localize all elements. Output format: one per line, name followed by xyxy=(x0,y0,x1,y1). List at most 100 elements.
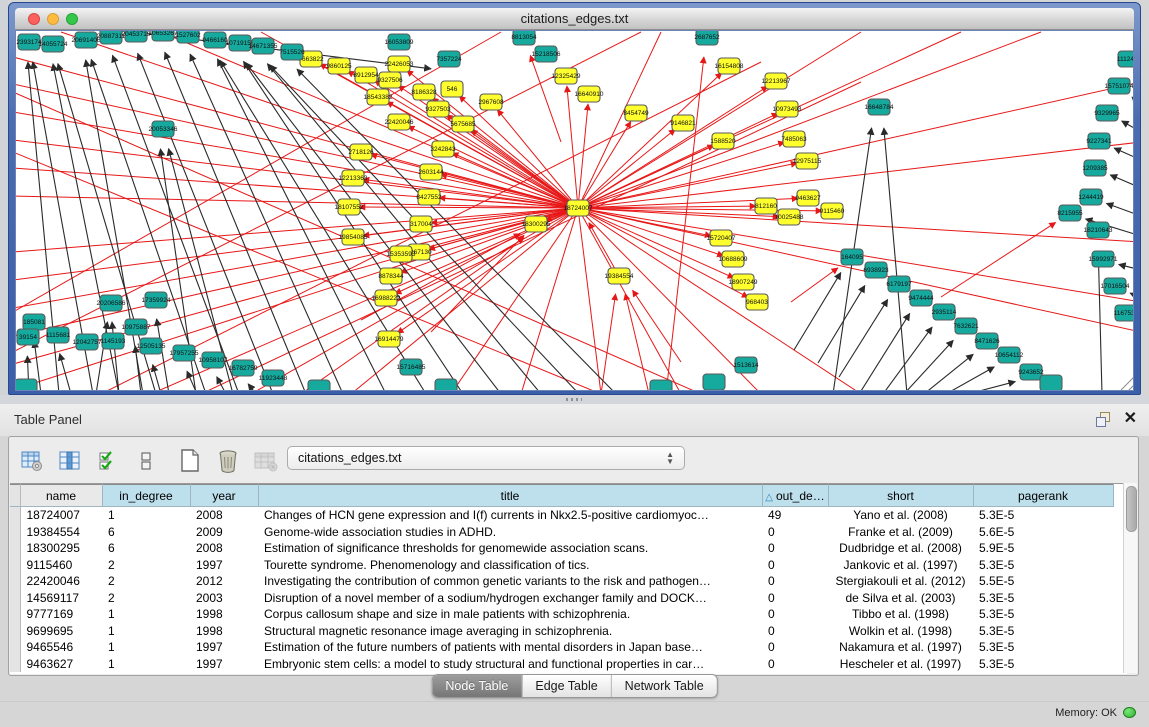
network-edge[interactable] xyxy=(96,322,107,390)
network-node[interactable]: 19854085 xyxy=(339,229,368,245)
table-row[interactable]: 977716911998Corpus callosum shape and si… xyxy=(10,606,1113,623)
network-node[interactable]: 10654112 xyxy=(995,347,1024,363)
network-node[interactable]: 8813054 xyxy=(511,31,537,45)
network-edge[interactable] xyxy=(578,142,784,208)
network-node[interactable]: 16154808 xyxy=(715,58,744,74)
network-node[interactable]: 9146821 xyxy=(670,115,696,131)
cell-name[interactable]: 19384554 xyxy=(20,524,102,541)
network-node[interactable]: 2935114 xyxy=(932,304,957,320)
table-row[interactable]: 946362711997Embryonic stem cells: a mode… xyxy=(10,656,1113,673)
network-node[interactable]: 1527602 xyxy=(175,31,201,43)
cell-title[interactable]: Embryonic stem cells: a model to study s… xyxy=(258,656,762,673)
network-node[interactable]: 19384554 xyxy=(605,268,634,284)
network-node[interactable] xyxy=(435,379,457,390)
network-node[interactable]: 18300295 xyxy=(522,216,551,232)
network-edge[interactable] xyxy=(112,55,239,390)
network-node[interactable]: 546 xyxy=(441,81,463,97)
column-header-pagerank[interactable]: pagerank xyxy=(973,485,1113,507)
network-node[interactable]: 1588520 xyxy=(710,133,736,149)
network-edge[interactable] xyxy=(578,208,1134,332)
table-row[interactable]: 969969511998Structural magnetic resonanc… xyxy=(10,623,1113,640)
cell-in_degree[interactable]: 6 xyxy=(102,540,190,557)
network-edge[interactable] xyxy=(839,299,888,377)
panel-splitter[interactable] xyxy=(0,395,1149,404)
network-node[interactable]: 8878344 xyxy=(378,268,404,284)
network-edge[interactable] xyxy=(884,128,907,390)
cell-pagerank[interactable]: 5.3E-5 xyxy=(973,590,1113,607)
cell-pagerank[interactable]: 5.6E-5 xyxy=(973,524,1113,541)
network-edge[interactable] xyxy=(578,82,1134,208)
network-node[interactable]: 17359924 xyxy=(142,292,171,308)
cell-short[interactable]: Hescheler et al. (1997) xyxy=(828,656,973,673)
cell-out_degree[interactable]: 0 xyxy=(762,623,828,640)
network-node[interactable]: 7357224 xyxy=(436,51,462,67)
cell-title[interactable]: Changes of HCN gene expression and I(f) … xyxy=(258,507,762,524)
network-node[interactable]: 16648784 xyxy=(865,99,894,115)
cell-short[interactable]: Stergiakouli et al. (2012) xyxy=(828,573,973,590)
network-node[interactable] xyxy=(650,380,672,390)
network-node[interactable]: 8912954 xyxy=(353,67,379,83)
network-node[interactable]: 15992971 xyxy=(1089,251,1118,267)
cell-out_degree[interactable]: 0 xyxy=(762,590,828,607)
network-node[interactable]: 12505135 xyxy=(137,338,166,354)
network-edge[interactable] xyxy=(818,286,865,363)
delete-table-button[interactable] xyxy=(215,448,241,474)
cell-title[interactable]: Corpus callosum shape and size in male p… xyxy=(258,606,762,623)
network-node[interactable]: 14671355 xyxy=(249,38,278,54)
cell-name[interactable]: 9699695 xyxy=(20,623,102,640)
network-node[interactable]: 812160 xyxy=(755,198,777,214)
network-node[interactable]: 14055724 xyxy=(39,36,68,52)
network-node[interactable]: 16053809 xyxy=(385,34,414,50)
network-edge[interactable] xyxy=(578,142,1134,208)
network-edge[interactable] xyxy=(567,86,578,208)
network-node[interactable]: 1145193 xyxy=(101,333,126,349)
network-node[interactable]: 20053346 xyxy=(149,121,178,137)
network-node[interactable]: 12213967 xyxy=(762,73,791,89)
float-window-icon[interactable] xyxy=(1096,412,1111,427)
network-edge[interactable] xyxy=(625,294,649,390)
merge-cells-button[interactable] xyxy=(133,448,159,474)
network-edge[interactable] xyxy=(578,208,601,390)
network-node[interactable]: 22426053 xyxy=(385,56,414,72)
network-node[interactable]: 15218506 xyxy=(532,46,561,62)
cell-title[interactable]: Genome-wide association studies in ADHD. xyxy=(258,524,762,541)
network-node[interactable]: 6938923 xyxy=(863,262,889,278)
cell-pagerank[interactable]: 5.5E-5 xyxy=(973,573,1113,590)
network-node[interactable]: 8471626 xyxy=(974,333,1000,349)
cell-pagerank[interactable]: 5.3E-5 xyxy=(973,623,1113,640)
network-node[interactable]: 10653267 xyxy=(149,31,178,41)
cell-title[interactable]: Investigating the contribution of common… xyxy=(258,573,762,590)
cell-title[interactable]: Estimation of the future numbers of pati… xyxy=(258,639,762,656)
network-node[interactable]: 17016504 xyxy=(1101,278,1130,294)
network-node[interactable]: 17957255 xyxy=(170,345,199,361)
network-node[interactable]: 16988222 xyxy=(372,290,401,306)
network-node[interactable]: 20453719 xyxy=(122,31,151,42)
network-nodes[interactable]: 1872400776638229860125891295422426053932… xyxy=(16,31,1134,390)
scrollbar-thumb[interactable] xyxy=(1126,486,1137,532)
cell-year[interactable]: 1998 xyxy=(190,606,258,623)
cell-name[interactable]: 22420046 xyxy=(20,573,102,590)
network-node[interactable]: 10975887 xyxy=(122,319,151,335)
cell-year[interactable]: 2009 xyxy=(190,524,258,541)
network-node[interactable]: 9474444 xyxy=(908,290,934,306)
cell-out_degree[interactable]: 0 xyxy=(762,524,828,541)
network-node[interactable]: 15751074 xyxy=(1105,78,1134,94)
table-selector-dropdown[interactable]: citations_edges.txt ▲ ▼ xyxy=(287,446,685,470)
table-header-row[interactable]: namein_degreeyeartitle△out_de…shortpager… xyxy=(10,485,1113,507)
network-edge[interactable] xyxy=(161,32,578,208)
network-edge[interactable] xyxy=(1122,121,1134,132)
cell-in_degree[interactable]: 2 xyxy=(102,573,190,590)
tab-node-table[interactable]: Node Table xyxy=(432,675,521,697)
network-node[interactable]: 10958107 xyxy=(199,352,228,368)
network-node[interactable]: 7515526 xyxy=(279,44,305,60)
network-edge[interactable] xyxy=(1106,203,1134,216)
network-edge[interactable] xyxy=(1132,97,1134,106)
close-panel-icon[interactable]: ✕ xyxy=(1124,408,1137,428)
cell-pagerank[interactable]: 5.3E-5 xyxy=(973,507,1113,524)
table-row[interactable]: 946554611997Estimation of the future num… xyxy=(10,639,1113,656)
network-node[interactable]: 12042757 xyxy=(73,334,102,350)
cell-out_degree[interactable]: 0 xyxy=(762,557,828,574)
cell-short[interactable]: Dudbridge et al. (2008) xyxy=(828,540,973,557)
network-node[interactable]: 1244419 xyxy=(1078,189,1104,205)
network-node[interactable]: 9860125 xyxy=(326,58,352,74)
